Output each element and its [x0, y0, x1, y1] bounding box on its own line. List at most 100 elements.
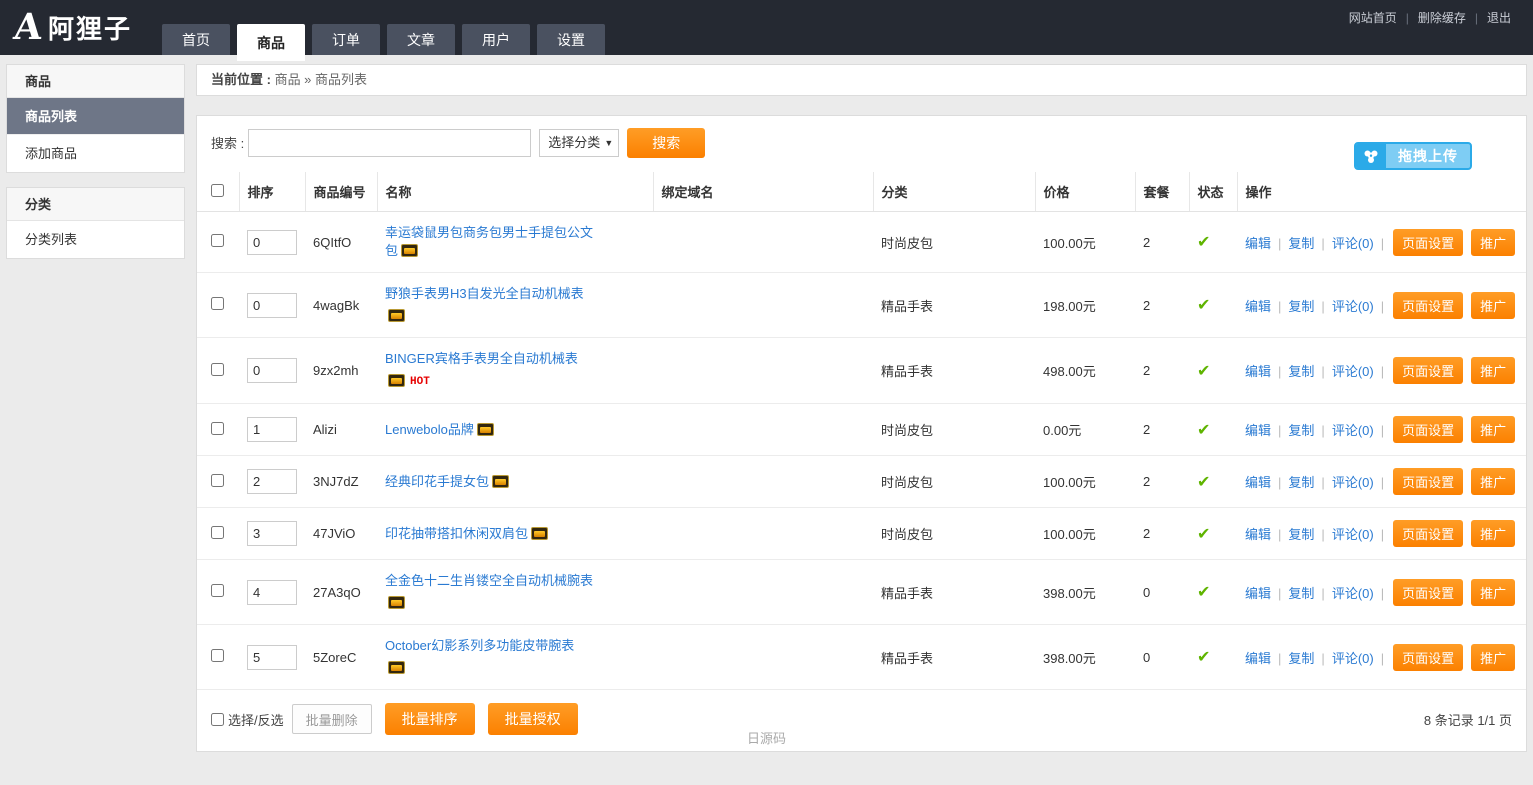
sidebar-item-分类列表[interactable]: 分类列表 [7, 221, 184, 258]
comment-link[interactable]: 评论(0) [1332, 475, 1374, 490]
sidebar-item-添加商品[interactable]: 添加商品 [7, 135, 184, 172]
sort-input[interactable] [247, 417, 297, 442]
status-check-icon: ✔ [1197, 526, 1210, 543]
promote-button[interactable]: 推广 [1471, 416, 1515, 443]
product-name-link[interactable]: 野狼手表男H3自发光全自动机械表 [385, 286, 584, 301]
copy-link[interactable]: 复制 [1288, 527, 1314, 542]
top-link[interactable]: 退出 [1487, 11, 1511, 25]
column-header: 操作 [1237, 172, 1526, 212]
sort-input[interactable] [247, 580, 297, 605]
row-checkbox[interactable] [211, 422, 224, 435]
edit-link[interactable]: 编辑 [1245, 475, 1271, 490]
edit-link[interactable]: 编辑 [1245, 527, 1271, 542]
nav-tab[interactable]: 设置 [537, 24, 605, 55]
promote-button[interactable]: 推广 [1471, 292, 1515, 319]
copy-link[interactable]: 复制 [1288, 299, 1314, 314]
search-input[interactable] [248, 129, 531, 157]
page-settings-button[interactable]: 页面设置 [1393, 229, 1463, 256]
category-select[interactable]: 选择分类 [539, 129, 619, 157]
sort-input[interactable] [247, 645, 297, 670]
ops-separator: | [1278, 586, 1281, 601]
product-name-link[interactable]: 经典印花手提女包 [385, 474, 489, 489]
top-link[interactable]: 网站首页 [1349, 11, 1397, 25]
product-name-link[interactable]: 全金色十二生肖镂空全自动机械腕表 [385, 573, 593, 588]
copy-link[interactable]: 复制 [1288, 423, 1314, 438]
row-checkbox[interactable] [211, 584, 224, 597]
edit-link[interactable]: 编辑 [1245, 364, 1271, 379]
edit-link[interactable]: 编辑 [1245, 299, 1271, 314]
ops-separator: | [1321, 299, 1324, 314]
sort-cell [239, 273, 305, 338]
edit-link[interactable]: 编辑 [1245, 236, 1271, 251]
status-cell: ✔ [1189, 404, 1237, 456]
sidebar-item-商品列表[interactable]: 商品列表 [7, 98, 184, 135]
promote-button[interactable]: 推广 [1471, 579, 1515, 606]
copy-link[interactable]: 复制 [1288, 236, 1314, 251]
select-all-checkbox[interactable] [211, 184, 224, 197]
status-check-icon: ✔ [1197, 649, 1210, 666]
promote-button[interactable]: 推广 [1471, 520, 1515, 547]
page-settings-button[interactable]: 页面设置 [1393, 416, 1463, 443]
edit-link[interactable]: 编辑 [1245, 423, 1271, 438]
name-cell: 野狼手表男H3自发光全自动机械表 [377, 273, 653, 338]
table-header-row: 排序商品编号名称绑定域名分类价格套餐状态操作 [197, 172, 1526, 212]
comment-link[interactable]: 评论(0) [1332, 423, 1374, 438]
drag-upload-button[interactable]: 拖拽上传 [1354, 142, 1472, 170]
sort-input[interactable] [247, 230, 297, 255]
promote-button[interactable]: 推广 [1471, 357, 1515, 384]
page-settings-button[interactable]: 页面设置 [1393, 644, 1463, 671]
category: 精品手表 [873, 338, 1035, 404]
page-settings-button[interactable]: 页面设置 [1393, 468, 1463, 495]
row-checkbox[interactable] [211, 526, 224, 539]
copy-link[interactable]: 复制 [1288, 475, 1314, 490]
copy-link[interactable]: 复制 [1288, 586, 1314, 601]
comment-link[interactable]: 评论(0) [1332, 586, 1374, 601]
page-settings-button[interactable]: 页面设置 [1393, 292, 1463, 319]
nav-tab[interactable]: 订单 [312, 24, 380, 55]
promote-button[interactable]: 推广 [1471, 644, 1515, 671]
copy-link[interactable]: 复制 [1288, 651, 1314, 666]
promote-button[interactable]: 推广 [1471, 229, 1515, 256]
ops-separator: | [1321, 423, 1324, 438]
page-settings-button[interactable]: 页面设置 [1393, 520, 1463, 547]
product-code: Alizi [305, 404, 377, 456]
price: 100.00元 [1035, 212, 1135, 273]
product-code: 3NJ7dZ [305, 456, 377, 508]
edit-link[interactable]: 编辑 [1245, 586, 1271, 601]
nav-tab-label: 首页 [182, 30, 210, 50]
sort-input[interactable] [247, 293, 297, 318]
comment-link[interactable]: 评论(0) [1332, 299, 1374, 314]
product-name-link[interactable]: BINGER宾格手表男全自动机械表 [385, 351, 578, 366]
comment-link[interactable]: 评论(0) [1332, 364, 1374, 379]
comment-link[interactable]: 评论(0) [1332, 527, 1374, 542]
top-link[interactable]: 删除缓存 [1418, 11, 1466, 25]
row-checkbox[interactable] [211, 363, 224, 376]
page-settings-button[interactable]: 页面设置 [1393, 357, 1463, 384]
row-checkbox[interactable] [211, 234, 224, 247]
nav-tab[interactable]: 商品 [237, 24, 305, 61]
row-checkbox[interactable] [211, 649, 224, 662]
sort-input[interactable] [247, 521, 297, 546]
nav-tab[interactable]: 文章 [387, 24, 455, 55]
product-name-link[interactable]: 印花抽带搭扣休闲双肩包 [385, 526, 528, 541]
copy-link[interactable]: 复制 [1288, 364, 1314, 379]
select-invert-checkbox[interactable] [211, 713, 224, 726]
product-table-body: 6QItfO 幸运袋鼠男包商务包男士手提包公文包 时尚皮包 100.00元 2 … [197, 212, 1526, 690]
operations-cell: 编辑|复制|评论(0)|页面设置推广 [1237, 625, 1526, 690]
product-name-link[interactable]: October幻影系列多功能皮带腕表 [385, 638, 574, 653]
product-name-link[interactable]: Lenwebolo品牌 [385, 422, 474, 437]
ops-separator: | [1321, 527, 1324, 542]
promote-button[interactable]: 推广 [1471, 468, 1515, 495]
nav-tab[interactable]: 用户 [462, 24, 530, 55]
row-checkbox[interactable] [211, 474, 224, 487]
sort-input[interactable] [247, 358, 297, 383]
edit-link[interactable]: 编辑 [1245, 651, 1271, 666]
comment-link[interactable]: 评论(0) [1332, 651, 1374, 666]
sort-input[interactable] [247, 469, 297, 494]
nav-tab[interactable]: 首页 [162, 24, 230, 55]
column-header: 分类 [873, 172, 1035, 212]
row-checkbox[interactable] [211, 297, 224, 310]
search-button[interactable]: 搜索 [627, 128, 705, 158]
page-settings-button[interactable]: 页面设置 [1393, 579, 1463, 606]
comment-link[interactable]: 评论(0) [1332, 236, 1374, 251]
